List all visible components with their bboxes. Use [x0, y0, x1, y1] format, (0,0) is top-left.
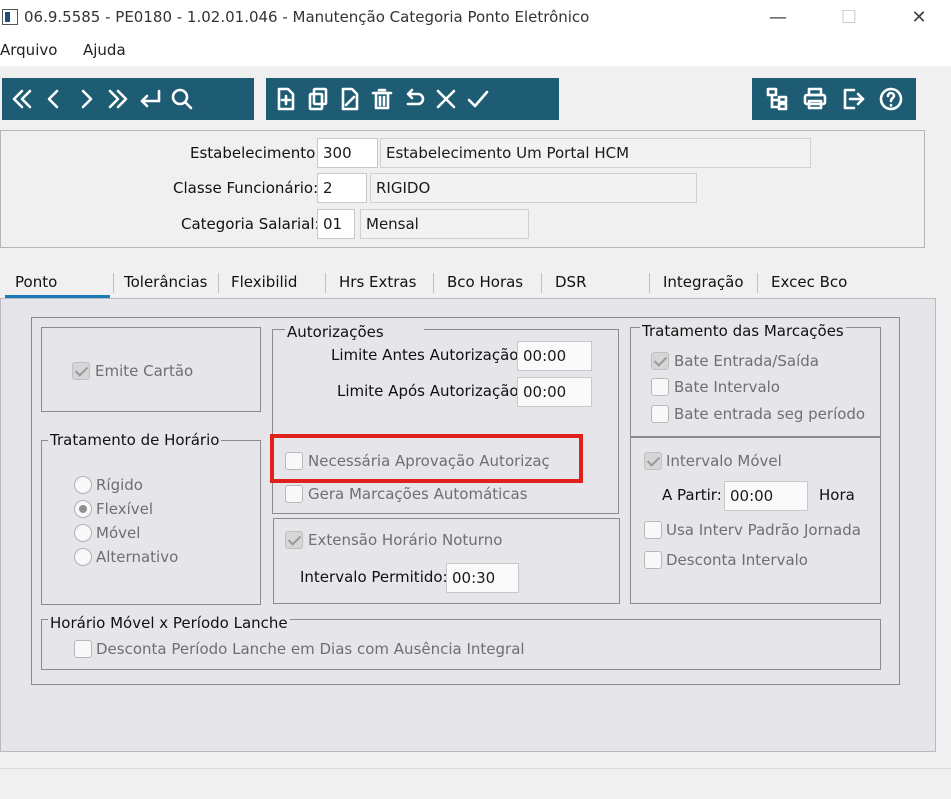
emite-cartao-checkbox[interactable] [72, 362, 90, 380]
desconta-intervalo-label: Desconta Intervalo [666, 551, 808, 569]
intervalo-movel-label: Intervalo Móvel [666, 452, 782, 470]
extensao-label: Extensão Horário Noturno [308, 531, 503, 549]
tab-separator [649, 273, 650, 293]
tab-separator [218, 273, 219, 293]
bate-entrada-saida-checkbox[interactable] [651, 352, 669, 370]
tratamento-marcacoes-title: Tratamento das Marcações [640, 322, 846, 340]
usa-interv-label: Usa Interv Padrão Jornada [666, 521, 861, 539]
close-button[interactable]: ✕ [896, 4, 942, 32]
tab-bco-horas[interactable]: Bco Horas [447, 268, 523, 298]
radio-movel[interactable] [74, 524, 92, 542]
copy-record-icon[interactable] [302, 81, 334, 117]
tab-excec-bco[interactable]: Excec Bco [771, 268, 847, 298]
intervalo-permitido-label: Intervalo Permitido: [300, 568, 448, 586]
cancel-icon[interactable] [430, 81, 462, 117]
edit-toolbar-group [266, 78, 559, 120]
help-icon[interactable] [872, 81, 910, 117]
a-partir-field[interactable]: 00:00 [724, 481, 808, 511]
categoria-salarial-label: Categoria Salarial: [181, 215, 320, 233]
tratamento-horario-title: Tratamento de Horário [48, 431, 222, 449]
horario-movel-title: Horário Móvel x Período Lanche [48, 614, 290, 632]
tab-hrs-extras[interactable]: Hrs Extras [339, 268, 416, 298]
menu-arquivo[interactable]: Arquivo [0, 41, 57, 59]
estabelecimento-name-field: Estabelecimento Um Portal HCM [380, 138, 811, 168]
tab-separator [433, 273, 434, 293]
delete-record-icon[interactable] [366, 81, 398, 117]
radio-flexivel-label: Flexível [96, 500, 154, 518]
tratamento-horario-frame [41, 440, 261, 605]
categoria-name-field: Mensal [360, 209, 529, 239]
last-record-icon[interactable] [102, 81, 134, 117]
a-partir-label: A Partir: [662, 486, 722, 504]
hora-label: Hora [819, 486, 855, 504]
extensao-checkbox[interactable] [285, 531, 303, 549]
usa-interv-checkbox[interactable] [644, 521, 662, 539]
limite-apos-label: Limite Após Autorização: [337, 382, 524, 400]
desconta-periodo-checkbox[interactable] [74, 640, 92, 658]
maximize-button[interactable]: ☐ [826, 4, 872, 32]
estabelecimento-label: Estabelecimento: [190, 144, 321, 162]
categoria-code-field[interactable]: 01 [317, 209, 355, 239]
tab-ponto[interactable]: Ponto [5, 268, 110, 298]
save-icon[interactable] [462, 81, 494, 117]
classe-name-field: RIGIDO [370, 173, 697, 203]
desconta-periodo-label: Desconta Período Lanche em Dias com Ausê… [96, 640, 525, 658]
navigation-tree-icon[interactable] [758, 81, 796, 117]
limite-antes-field[interactable]: 00:00 [517, 341, 592, 371]
limite-apos-field[interactable]: 00:00 [517, 377, 592, 407]
navigation-toolbar-group [2, 78, 254, 120]
estabelecimento-code-field[interactable]: 300 [317, 138, 378, 168]
radio-alternativo[interactable] [74, 548, 92, 566]
gera-marcacoes-label: Gera Marcações Automáticas [308, 485, 528, 503]
window-title: 06.9.5585 - PE0180 - 1.02.01.046 - Manut… [24, 8, 590, 26]
bate-entrada-saida-label: Bate Entrada/Saída [674, 352, 819, 370]
bate-intervalo-checkbox[interactable] [651, 378, 669, 396]
intervalo-movel-checkbox[interactable] [644, 452, 662, 470]
search-icon[interactable] [166, 81, 198, 117]
bate-intervalo-label: Bate Intervalo [674, 378, 780, 396]
bate-entrada-seg-checkbox[interactable] [651, 405, 669, 423]
emite-cartao-label: Emite Cartão [95, 362, 194, 380]
bate-entrada-seg-label: Bate entrada seg período [674, 405, 866, 423]
menu-bar [0, 36, 951, 66]
classe-funcionario-label: Classe Funcionário: [173, 179, 319, 197]
previous-record-icon[interactable] [38, 81, 70, 117]
tab-separator [325, 273, 326, 293]
tab-dsr[interactable]: DSR [555, 268, 587, 298]
tab-separator [541, 273, 542, 293]
radio-flexivel[interactable] [74, 500, 92, 518]
edit-record-icon[interactable] [334, 81, 366, 117]
new-record-icon[interactable] [270, 81, 302, 117]
first-record-icon[interactable] [6, 81, 38, 117]
next-record-icon[interactable] [70, 81, 102, 117]
goto-record-icon[interactable] [134, 81, 166, 117]
tab-flexibilid[interactable]: Flexibilid [231, 268, 297, 298]
radio-movel-label: Móvel [96, 524, 141, 542]
app-icon [2, 9, 18, 25]
status-bar [0, 768, 951, 799]
intervalo-permitido-field[interactable]: 00:30 [446, 563, 519, 593]
classe-code-field[interactable]: 2 [317, 173, 367, 203]
limite-antes-label: Limite Antes Autorização: [331, 346, 524, 364]
tab-tolerancias[interactable]: Tolerâncias [124, 268, 207, 298]
print-icon[interactable] [796, 81, 834, 117]
tab-integracao[interactable]: Integração [663, 268, 744, 298]
utility-toolbar-group [752, 78, 916, 120]
undo-icon[interactable] [398, 81, 430, 117]
exit-icon[interactable] [834, 81, 872, 117]
radio-alternativo-label: Alternativo [96, 548, 179, 566]
autorizacoes-title: Autorizações [285, 323, 424, 341]
gera-marcacoes-checkbox[interactable] [285, 485, 303, 503]
radio-rigido-label: Rígido [96, 476, 143, 494]
desconta-intervalo-checkbox[interactable] [644, 551, 662, 569]
highlight-box [270, 434, 583, 483]
minimize-button[interactable]: — [755, 4, 801, 32]
menu-ajuda[interactable]: Ajuda [83, 41, 126, 59]
tab-separator [113, 273, 114, 293]
tab-separator [757, 273, 758, 293]
radio-rigido[interactable] [74, 476, 92, 494]
